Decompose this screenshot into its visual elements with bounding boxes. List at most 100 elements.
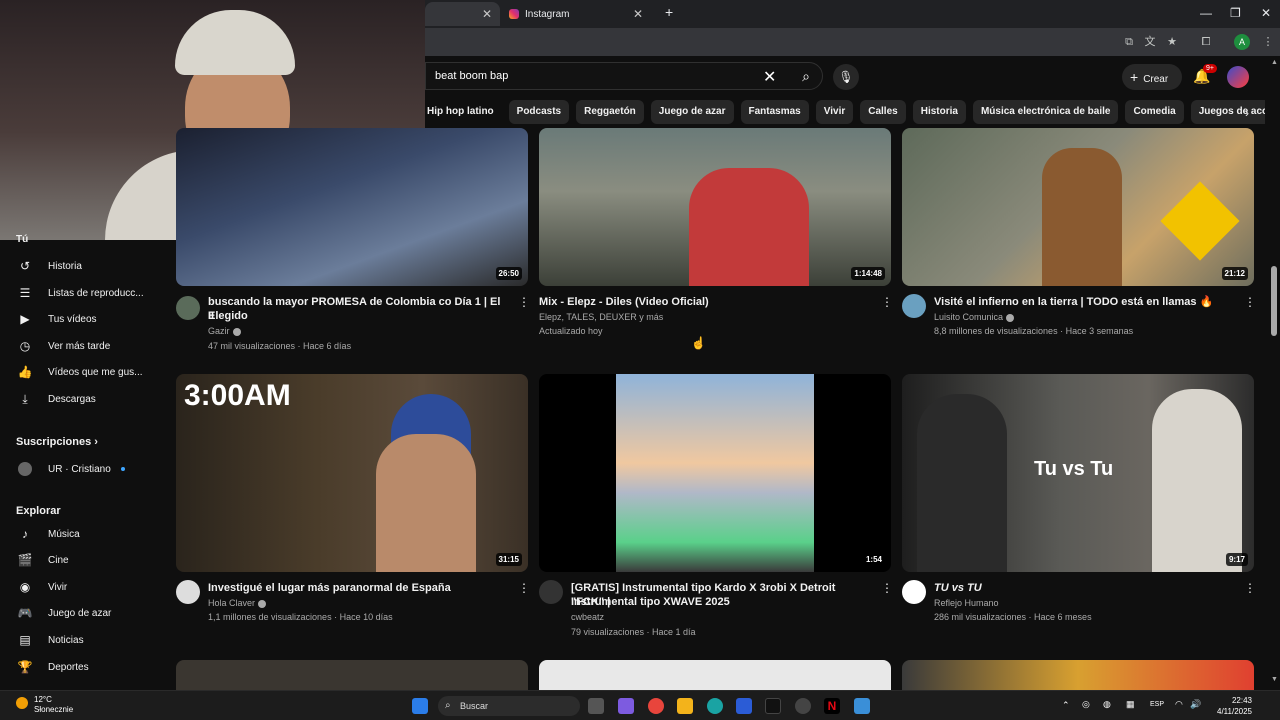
video-thumbnail[interactable]: 21:12 bbox=[902, 128, 1254, 286]
tab-youtube[interactable]: ✕ bbox=[425, 2, 500, 26]
chip[interactable]: Reggaetón bbox=[576, 100, 644, 124]
scroll-up-icon[interactable]: ▲ bbox=[1271, 59, 1278, 66]
account-avatar[interactable] bbox=[1227, 66, 1249, 88]
subscriptions-heading[interactable]: Suscripciones › bbox=[16, 436, 98, 448]
photos-icon[interactable] bbox=[854, 698, 870, 714]
video-title[interactable]: Mix - Elepz - Diles (Video Oficial) bbox=[539, 295, 709, 309]
copilot-icon[interactable] bbox=[618, 698, 634, 714]
chip[interactable]: Fantasmas bbox=[740, 100, 809, 124]
profile-avatar[interactable]: A bbox=[1234, 34, 1250, 50]
channel-avatar[interactable] bbox=[176, 580, 200, 604]
more-options-icon[interactable]: ⋮ bbox=[518, 295, 530, 309]
chip[interactable]: Calles bbox=[860, 100, 906, 124]
taskbar-search[interactable]: ⌕ Buscar bbox=[438, 696, 580, 716]
video-title-line2[interactable]: II bbox=[208, 309, 214, 323]
page-scrollbar[interactable]: ▲ ▼ bbox=[1268, 56, 1280, 690]
chip[interactable]: Juego de azar bbox=[650, 100, 734, 124]
tray-icon[interactable]: ▦ bbox=[1126, 699, 1135, 710]
video-thumbnail[interactable] bbox=[902, 660, 1254, 690]
video-title[interactable]: Visité el infierno en la tierra | TODO e… bbox=[934, 295, 1213, 309]
install-icon[interactable]: ⧉ bbox=[1122, 35, 1136, 49]
channel-name[interactable]: cwbeatz bbox=[571, 610, 604, 624]
chip[interactable]: Podcasts bbox=[508, 100, 570, 124]
video-thumbnail[interactable]: Tu vs Tu 9:17 bbox=[902, 374, 1254, 572]
weather-widget[interactable]: 12°C Słonecznie bbox=[34, 695, 73, 715]
channel-name[interactable]: Luisito Comunica bbox=[934, 310, 1015, 324]
store-icon[interactable] bbox=[736, 698, 752, 714]
file-explorer-icon[interactable] bbox=[677, 698, 693, 714]
scroll-down-icon[interactable]: ▼ bbox=[1271, 676, 1278, 683]
video-thumbnail[interactable]: 1:14:48 bbox=[539, 128, 891, 286]
sidebar-item-gaming[interactable]: 🎮 Juego de azar bbox=[0, 600, 160, 626]
video-thumbnail[interactable]: 3:00AM 31:15 bbox=[176, 374, 528, 572]
menu-icon[interactable]: ⋮ bbox=[1261, 35, 1275, 49]
taskbar-clock[interactable]: 22:43 4/11/2025 bbox=[1212, 695, 1252, 717]
chip[interactable]: Vivir bbox=[815, 100, 854, 124]
video-thumbnail[interactable]: 1:54 bbox=[539, 374, 891, 572]
more-options-icon[interactable]: ⋮ bbox=[518, 581, 530, 595]
tab-instagram[interactable]: Instagram ✕ bbox=[501, 2, 651, 26]
sidebar-item-liked[interactable]: 👍 Vídeos que me gus... bbox=[0, 359, 160, 385]
sidebar-item-film[interactable]: 🎬 Cine bbox=[0, 547, 160, 573]
channel-avatar[interactable] bbox=[902, 580, 926, 604]
video-thumbnail[interactable] bbox=[539, 660, 891, 690]
sidebar-item-sports[interactable]: 🏆 Deportes bbox=[0, 654, 160, 680]
language-indicator[interactable]: ESP bbox=[1150, 701, 1164, 708]
edge-icon[interactable] bbox=[707, 698, 723, 714]
more-options-icon[interactable]: ⋮ bbox=[881, 295, 893, 309]
sidebar-item-live[interactable]: ◉ Vivir bbox=[0, 574, 160, 600]
create-button[interactable]: + Crear bbox=[1122, 64, 1182, 90]
more-options-icon[interactable]: ⋮ bbox=[1244, 581, 1256, 595]
close-icon[interactable]: ✕ bbox=[633, 7, 643, 21]
sidebar-item-downloads[interactable]: ⤓ Descargas bbox=[0, 386, 160, 412]
star-icon[interactable]: ★ bbox=[1165, 35, 1179, 49]
sidebar-item-watch-later[interactable]: ◷ Ver más tarde bbox=[0, 333, 160, 359]
chip[interactable]: Historia bbox=[912, 100, 966, 124]
weather-icon[interactable] bbox=[16, 697, 28, 709]
voice-search-icon[interactable]: 🎙 bbox=[833, 64, 859, 90]
video-title[interactable]: Investigué el lugar más paranormal de Es… bbox=[208, 581, 451, 595]
scroll-thumb[interactable] bbox=[1271, 266, 1277, 336]
search-icon[interactable]: ⌕ bbox=[789, 62, 823, 90]
tiktok-icon[interactable] bbox=[765, 698, 781, 714]
netflix-icon[interactable]: N bbox=[824, 698, 840, 714]
translate-icon[interactable]: 文 bbox=[1143, 35, 1157, 49]
task-view-icon[interactable] bbox=[588, 698, 604, 714]
app-icon[interactable] bbox=[795, 698, 811, 714]
sidebar-item-playlists[interactable]: ☰ Listas de reproducc... bbox=[0, 280, 160, 306]
chip[interactable]: Juegos de acción y aven bbox=[1190, 100, 1265, 124]
video-title[interactable]: buscando la mayor PROMESA de Colombia co… bbox=[208, 295, 513, 323]
channel-avatar[interactable] bbox=[902, 294, 926, 318]
channel-name[interactable]: Gazir bbox=[208, 324, 241, 338]
video-title-line2[interactable]: Instrumental tipo XWAVE 2025 bbox=[571, 595, 730, 609]
sidebar-item-your-videos[interactable]: ▶ Tus vídeos bbox=[0, 306, 160, 332]
extensions-icon[interactable]: ⧠ bbox=[1199, 35, 1213, 49]
video-thumbnail[interactable] bbox=[176, 660, 528, 690]
chrome-icon[interactable] bbox=[648, 698, 664, 714]
channel-name[interactable]: Hola Claver bbox=[208, 596, 267, 610]
video-title[interactable]: TU vs TU bbox=[934, 581, 982, 595]
chip[interactable]: Comedia bbox=[1125, 100, 1184, 124]
sidebar-item-music[interactable]: ♪ Música bbox=[0, 521, 160, 547]
channel-avatar[interactable] bbox=[539, 580, 563, 604]
sidebar-sub-item[interactable]: UR · Cristiano bbox=[0, 456, 160, 482]
channel-name[interactable]: Elepz, TALES, DEUXER y más bbox=[539, 310, 663, 324]
sidebar-item-news[interactable]: ▤ Noticias bbox=[0, 627, 160, 653]
video-thumbnail[interactable]: 26:50 bbox=[176, 128, 528, 286]
channel-avatar[interactable] bbox=[176, 296, 200, 320]
chip[interactable]: Música electrónica de baile bbox=[972, 100, 1119, 124]
close-icon[interactable]: ✕ bbox=[482, 7, 492, 21]
tray-icon[interactable]: ◍ bbox=[1103, 699, 1111, 710]
sidebar-item-history[interactable]: ↺ Historia bbox=[0, 253, 160, 279]
channel-name[interactable]: Reflejo Humano bbox=[934, 596, 999, 610]
start-icon[interactable] bbox=[412, 698, 428, 714]
chevron-up-icon[interactable]: ⌃ bbox=[1062, 700, 1070, 711]
chip[interactable]: Hip hop latino bbox=[425, 100, 502, 124]
minimize-icon[interactable]: — bbox=[1200, 6, 1212, 20]
chevron-right-icon[interactable]: › bbox=[1245, 106, 1249, 120]
clear-search-icon[interactable]: ✕ bbox=[763, 67, 776, 87]
tray-icon[interactable]: ◎ bbox=[1082, 699, 1090, 710]
more-options-icon[interactable]: ⋮ bbox=[1244, 295, 1256, 309]
volume-icon[interactable]: 🔊 bbox=[1190, 699, 1201, 710]
restore-icon[interactable]: ❐ bbox=[1230, 6, 1241, 20]
